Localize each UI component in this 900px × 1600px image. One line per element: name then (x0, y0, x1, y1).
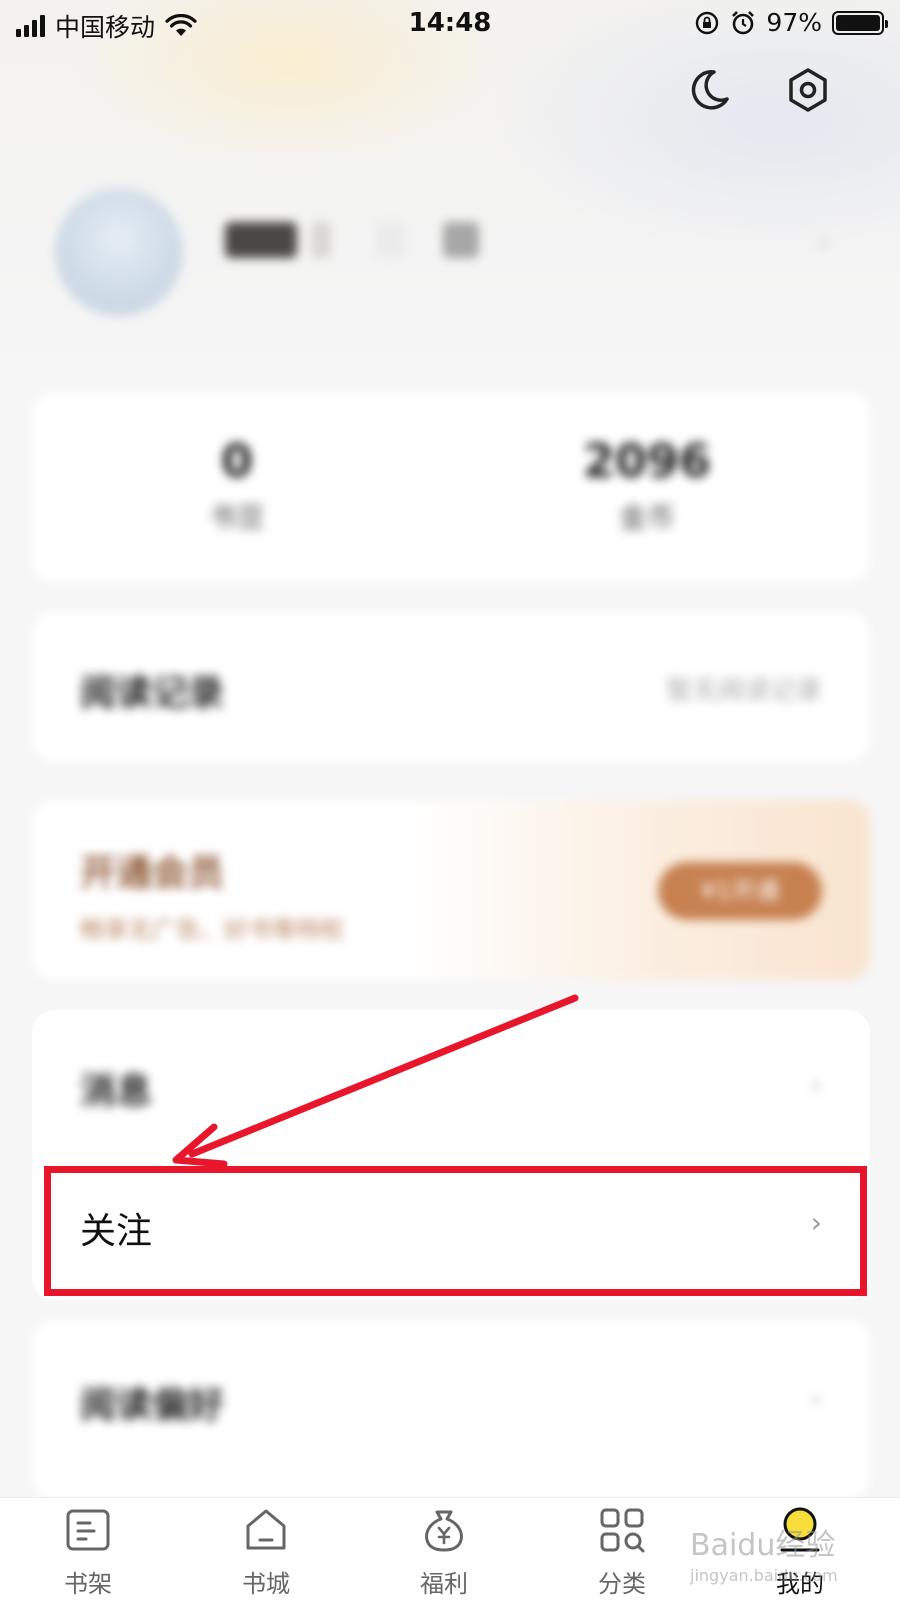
settings-hexagon-icon[interactable] (784, 66, 832, 114)
watermark-text: Baidu经验 (690, 1528, 836, 1563)
stats-card: 0 书豆 2096 金币 (32, 392, 870, 582)
messages-row[interactable]: 消息 › (32, 1010, 870, 1155)
status-right: 97% (694, 8, 888, 37)
stat-value: 2096 (582, 434, 712, 488)
follow-label: 关注 (80, 1211, 153, 1252)
profile-chevron-icon: › (818, 226, 830, 259)
category-grid-icon (600, 1508, 645, 1553)
alarm-icon (732, 10, 755, 34)
battery-percent: 97% (766, 8, 822, 37)
avatar[interactable] (55, 188, 183, 316)
messages-label: 消息 (80, 1071, 153, 1112)
stat-book-beans[interactable]: 0 书豆 (107, 434, 367, 536)
tab-label: 书架 (64, 1570, 112, 1598)
moon-icon[interactable] (684, 66, 732, 114)
reading-preferences-row[interactable]: 阅读偏好 › (32, 1320, 870, 1500)
watermark-subtext: jingyan.baidu.com (690, 1566, 838, 1585)
tab-category[interactable]: 分类 (562, 1498, 682, 1600)
follow-row[interactable]: 关注 › (32, 1170, 870, 1290)
bookstore-home-icon (246, 1509, 286, 1550)
vip-open-button[interactable]: ¥1开通 (658, 862, 822, 920)
chevron-right-icon: › (810, 1068, 822, 1101)
tab-label: 分类 (598, 1570, 646, 1598)
chevron-right-icon: › (810, 1206, 822, 1239)
status-bar: 中国移动 14:48 97% (0, 0, 900, 46)
tab-bookshelf[interactable]: 书架 (28, 1498, 148, 1600)
tab-bookstore[interactable]: 书城 (206, 1498, 326, 1600)
vip-banner[interactable]: 开通会员 畅享无广告、好书等特权 ¥1开通 (32, 800, 870, 980)
vip-title: 开通会员 (80, 853, 225, 894)
reading-history-label: 阅读记录 (80, 673, 225, 714)
tab-welfare[interactable]: 福利 (384, 1498, 504, 1600)
stat-value: 0 (220, 434, 253, 488)
watermark: Baidu经验 jingyan.baidu.com (690, 1520, 890, 1585)
reading-preferences-label: 阅读偏好 (80, 1385, 225, 1426)
reading-history-hint: 暂无阅读记录 (665, 676, 822, 706)
chevron-right-icon: › (810, 1382, 822, 1415)
bookshelf-icon (66, 1509, 110, 1551)
welfare-money-bag-icon (425, 1510, 463, 1552)
vip-subtitle: 畅享无广告、好书等特权 (80, 916, 344, 944)
tab-label: 书城 (242, 1570, 290, 1598)
reading-history-row[interactable]: 阅读记录 暂无阅读记录 (32, 612, 870, 762)
stat-label: 金币 (618, 501, 675, 534)
stat-label: 书豆 (208, 501, 265, 534)
tab-label: 福利 (420, 1570, 468, 1598)
battery-icon (832, 10, 888, 35)
social-card: 消息 › 关注 › (32, 1010, 870, 1300)
stat-gold-coins[interactable]: 2096 金币 (517, 434, 777, 536)
orientation-lock-icon (696, 11, 719, 34)
